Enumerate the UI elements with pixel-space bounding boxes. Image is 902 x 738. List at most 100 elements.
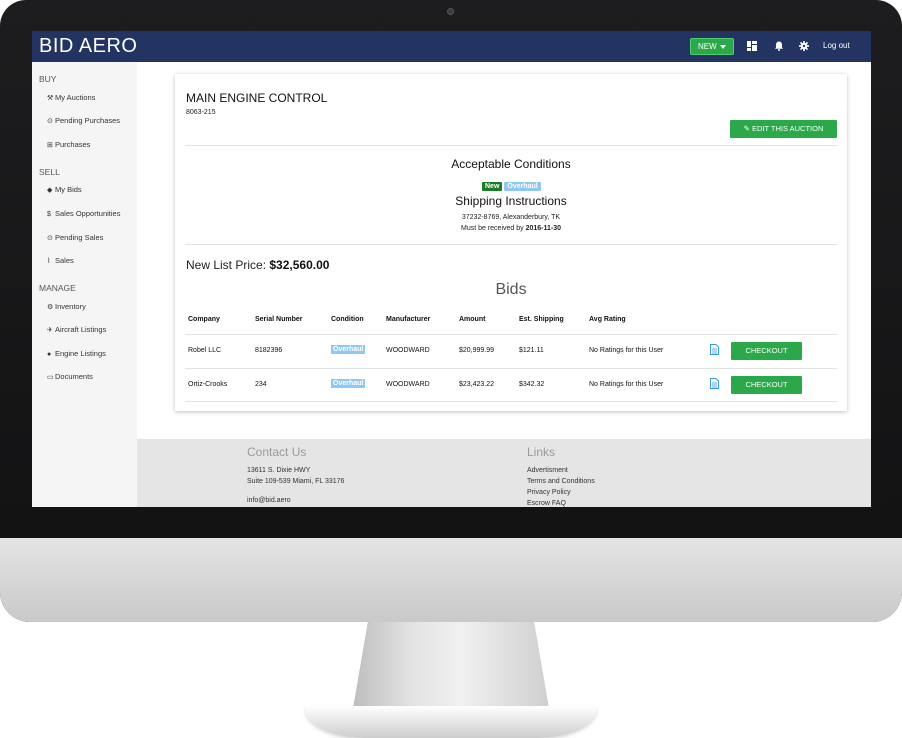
conditions-heading: Acceptable Conditions [451,157,571,171]
sidebar-item-pending-purchases[interactable]: ⊙ Pending Purchases [47,116,120,125]
sidebar-item-label: Aircraft Listings [55,325,107,334]
camera-icon [447,8,454,15]
main-content: MAIN ENGINE CONTROL 8063-215 ✎ EDIT THIS… [137,62,871,439]
bell-icon[interactable] [774,41,784,51]
edit-auction-button[interactable]: ✎ EDIT THIS AUCTION [730,120,837,138]
cell-amount: $23,423.22 [459,381,495,388]
column-header: Company [188,316,220,323]
pencil-icon: ✎ [743,124,752,133]
divider [185,145,837,146]
column-header: Avg Rating [589,316,626,323]
cell-condition-badge: Overhaul [331,379,366,388]
monitor-stand-base [305,706,597,738]
folder-icon: ▭ [47,374,54,381]
sidebar-item-label: Documents [55,372,93,381]
received-by-date: 2016-11-30 [525,225,562,232]
footer: Contact Us 13611 S. Dixie HWY Suite 109-… [137,439,871,507]
column-header: Serial Number [255,316,303,323]
cell-shipping: $342.32 [519,381,545,388]
sidebar-item-sales-opportunities[interactable]: $ Sales Opportunities [47,209,120,218]
cell-shipping: $121.11 [519,347,544,354]
contact-address-line1: 13611 S. Dixie HWY [247,467,311,474]
list-price: New List Price: $32,560.00 [186,258,329,272]
monitor-stand [352,622,550,714]
caret-down-icon [719,44,726,49]
brand-logo[interactable]: BID AERO [39,35,137,58]
column-header: Manufacturer [386,316,431,323]
footer-link-privacy[interactable]: Privacy Policy [527,489,571,496]
document-icon[interactable] [710,378,719,389]
footer-link-escrow-faq[interactable]: Escrow FAQ [527,500,566,507]
condition-badge-new: New [482,182,503,191]
column-header: Amount [459,316,486,323]
received-by: Must be received by 2016-11-30 [175,225,847,232]
sidebar-item-my-auctions[interactable]: ⚒ My Auctions [47,93,95,102]
divider [185,244,837,245]
sidebar-section-manage: MANAGE [39,283,76,293]
sidebar-item-label: Purchases [55,140,91,149]
sidebar-item-label: Inventory [55,302,86,311]
contact-email[interactable]: info@bid.aero [247,497,291,504]
part-number: 8063-215 [186,109,216,116]
sidebar-item-purchases[interactable]: ⊞ Purchases [47,140,90,149]
shipping-heading: Shipping Instructions [455,194,567,208]
edit-auction-label: EDIT THIS AUCTION [751,124,824,133]
auction-title: MAIN ENGINE CONTROL [186,91,328,105]
cogs-icon: ⚙ [47,304,54,311]
checkout-button[interactable]: CHECKOUT [731,342,802,360]
footer-link-advertisment[interactable]: Advertisment [527,467,568,474]
sidebar-item-documents[interactable]: ▭Documents [47,372,93,381]
new-button-label: NEW [698,42,717,51]
dashboard-icon[interactable] [747,41,757,51]
sidebar: BUY ⚒ My Auctions ⊙ Pending Purchases ⊞ Pur… [32,62,137,507]
links-heading: Links [527,445,556,459]
dollar-icon: $ [47,211,51,218]
new-dropdown-button[interactable]: NEW [690,38,734,55]
bids-heading: Bids [495,281,527,298]
screen: BID AERO NEW Log out BUY ⚒ My Auctions ⊙… [32,31,871,507]
clock-icon: ⊙ [47,235,53,242]
clock-icon: ⊙ [47,118,53,125]
sidebar-item-inventory[interactable]: ⚙ Inventory [47,302,86,311]
conditions-badges: New Overhaul [482,175,543,193]
sidebar-section-sell: SELL [39,167,60,177]
brand-text: BID AERO [39,35,138,57]
sidebar-item-label: Sales [55,256,74,265]
chart-line-icon: ⌇ [47,258,51,265]
column-header: Condition [331,316,364,323]
sidebar-item-engine-listings[interactable]: ● Engine Listings [47,349,106,358]
checkout-button[interactable]: CHECKOUT [731,376,802,394]
sidebar-item-my-bids[interactable]: ◆ My Bids [47,185,82,194]
circle-icon: ● [47,351,52,358]
shipping-address: 37232-8769, Alexanderbury, TK [461,214,561,221]
sidebar-item-label: My Auctions [55,93,96,102]
document-icon[interactable] [710,344,719,355]
cell-rating: No Ratings for this User [589,381,664,388]
cell-company: Ortiz-Crooks [188,381,228,388]
sidebar-item-label: Pending Sales [55,233,104,242]
gavel-icon: ⚒ [47,95,54,102]
plane-icon: ✈ [47,327,53,334]
contact-address-line2: Suite 109-539 Miami, FL 33176 [247,478,345,485]
sidebar-item-pending-sales[interactable]: ⊙ Pending Sales [47,233,103,242]
sidebar-item-sales[interactable]: ⌇ Sales [47,256,74,265]
contact-heading: Contact Us [247,445,307,459]
gear-icon[interactable] [799,41,809,51]
cell-manufacturer: WOODWARD [386,381,430,388]
cell-serial: 234 [255,381,267,388]
cell-manufacturer: WOODWARD [386,347,430,354]
cell-rating: No Ratings for this User [589,347,664,354]
cell-amount: $20,999.99 [459,347,495,354]
cell-company: Robel LLC [188,347,222,354]
footer-link-terms[interactable]: Terms and Conditions [527,478,595,485]
sidebar-item-label: Sales Opportunities [55,209,121,218]
row-divider [185,401,837,402]
sidebar-item-label: Engine Listings [55,349,106,358]
auction-card: MAIN ENGINE CONTROL 8063-215 ✎ EDIT THIS… [175,74,847,411]
logout-link[interactable]: Log out [823,41,850,50]
cart-icon: ⊞ [47,142,53,149]
cell-condition-badge: Overhaul [331,345,366,354]
row-divider [185,368,837,369]
sidebar-item-aircraft-listings[interactable]: ✈ Aircraft Listings [47,325,106,334]
sidebar-section-buy: BUY [39,74,57,84]
